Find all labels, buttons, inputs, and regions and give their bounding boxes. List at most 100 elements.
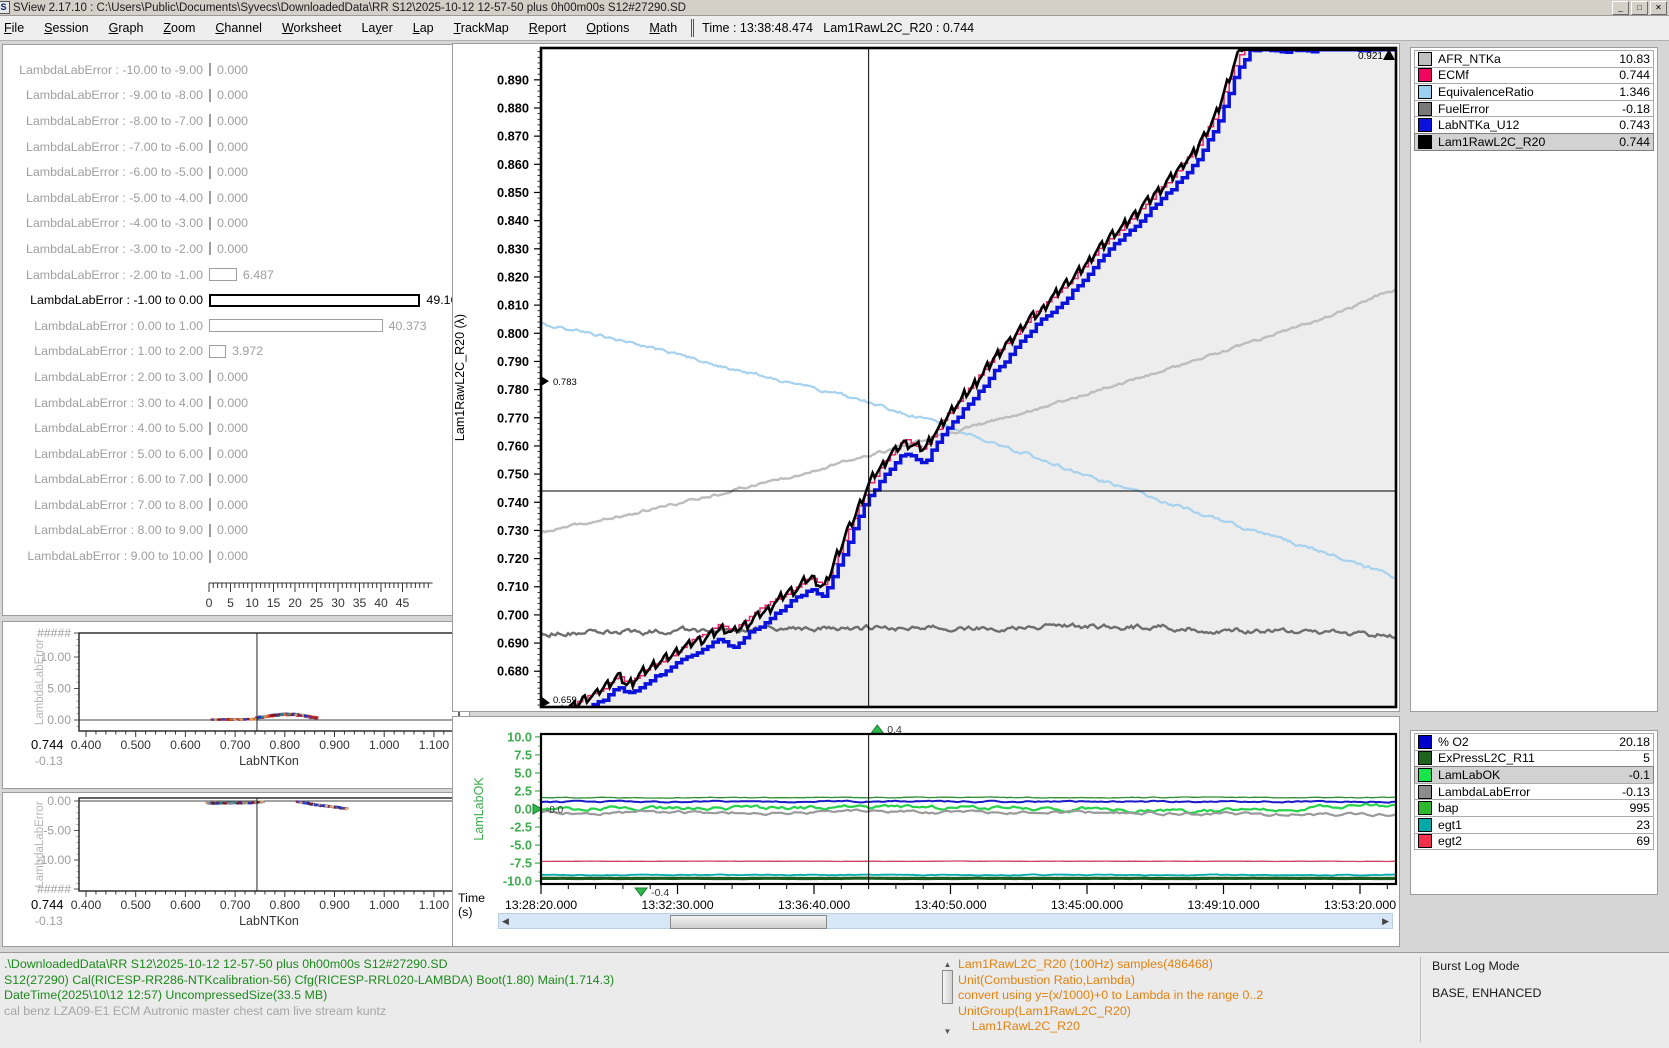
channel-row-equivalenceratio[interactable]: EquivalenceRatio1.346 (1414, 83, 1654, 101)
histogram-row[interactable]: LambdaLabError : 0.00 to 1.0040.373 (3, 313, 469, 339)
histogram-row-label: LambdaLabError : 1.00 to 2.00 (3, 344, 203, 358)
histogram-row-label: LambdaLabError : -9.00 to -8.00 (3, 88, 203, 102)
histogram-row[interactable]: LambdaLabError : -10.00 to -9.000.000 (3, 57, 469, 83)
time-scrollbar[interactable]: ◀ ▶ (498, 913, 1393, 929)
histogram-bar (209, 447, 211, 460)
y-axis-title: LamLabOK (472, 777, 486, 841)
plot-area[interactable] (541, 797, 1395, 879)
histogram-row[interactable]: LambdaLabError : -1.00 to 0.0049.168 (3, 287, 469, 313)
channel-info-scrollbar[interactable]: ▲ ▼ (941, 959, 954, 1037)
histogram-row-value: 6.487 (243, 268, 274, 282)
histogram-bar (209, 114, 211, 127)
menu-item-worksheet[interactable]: Worksheet (272, 18, 352, 38)
histogram-row[interactable]: LambdaLabError : -8.00 to -7.000.000 (3, 108, 469, 134)
histogram-bar-zone: 0.000 (209, 396, 248, 410)
time-scrollbar-thumb[interactable] (670, 915, 827, 929)
x-tick-label: 1.000 (369, 898, 400, 912)
y-tick-label: 0.780 (497, 382, 529, 397)
channel-row--o2[interactable]: % O220.18 (1414, 733, 1654, 751)
channel-row-lambdalaberror[interactable]: LambdaLabError-0.13 (1414, 783, 1654, 801)
histogram-bar (209, 191, 211, 204)
scroll-left-icon[interactable]: ◀ (502, 916, 509, 927)
histogram-row[interactable]: LambdaLabError : -4.00 to -3.000.000 (3, 211, 469, 237)
channel-row-egt2[interactable]: egt269 (1414, 833, 1654, 851)
histogram-row[interactable]: LambdaLabError : 7.00 to 8.000.000 (3, 492, 469, 518)
lamlabok-chart[interactable]: 10.07.55.02.50.0-2.5-5.0-7.5-10.0LamLabO… (453, 717, 1399, 946)
channel-row-bap[interactable]: bap995 (1414, 799, 1654, 817)
histogram-row[interactable]: LambdaLabError : 9.00 to 10.000.000 (3, 543, 469, 569)
channel-row-labntka-u12[interactable]: LabNTKa_U120.743 (1414, 116, 1654, 134)
histogram-bar-zone: 0.000 (209, 191, 248, 205)
histogram-row[interactable]: LambdaLabError : -5.00 to -4.000.000 (3, 185, 469, 211)
channel-list-panel-top[interactable]: AFR_NTKa10.83ECMf0.744EquivalenceRatio1.… (1410, 47, 1658, 712)
scroll-up-icon[interactable]: ▲ (941, 959, 954, 970)
minimize-button[interactable]: _ (1612, 1, 1629, 15)
histogram-row-value: 0.000 (217, 140, 248, 154)
histogram-row[interactable]: LambdaLabError : 6.00 to 7.000.000 (3, 467, 469, 493)
plot-area[interactable] (541, 50, 1396, 711)
main-chart-panel[interactable]: 0.8900.8800.8700.8600.8500.8400.8300.820… (452, 43, 1400, 712)
menu-item-options[interactable]: Options (576, 18, 639, 38)
histogram-row[interactable]: LambdaLabError : 5.00 to 6.000.000 (3, 441, 469, 467)
x-tick-label: 13:45:00.000 (1051, 898, 1123, 912)
close-button[interactable]: ✕ (1650, 1, 1667, 15)
channel-row-lamlabok[interactable]: LamLabOK-0.1 (1414, 766, 1654, 784)
menu-item-file[interactable]: File (0, 18, 34, 38)
channel-row-fuelerror[interactable]: FuelError-0.18 (1414, 100, 1654, 118)
menu-item-zoom[interactable]: Zoom (153, 18, 205, 38)
menu-item-session[interactable]: Session (34, 18, 98, 38)
scatter-plot-1-panel[interactable]: #####10.005.000.000.4000.5000.6000.7000.… (2, 621, 470, 789)
y-tick-label: 0.800 (497, 326, 529, 341)
scatter-plot-1[interactable]: #####10.005.000.000.4000.5000.6000.7000.… (3, 622, 469, 788)
bottom-chart-panel[interactable]: 10.07.55.02.50.0-2.5-5.0-7.5-10.0LamLabO… (452, 716, 1400, 947)
histogram-bar-zone: 0.000 (209, 140, 248, 154)
y-tick-label: 0.700 (497, 607, 529, 622)
channel-row-expressl2c-r11[interactable]: ExPressL2C_R115 (1414, 750, 1654, 768)
menu-item-graph[interactable]: Graph (99, 18, 154, 38)
histogram-row[interactable]: LambdaLabError : -2.00 to -1.006.487 (3, 262, 469, 288)
channel-value: 10.83 (1619, 52, 1650, 66)
histogram-row[interactable]: LambdaLabError : 1.00 to 2.003.972 (3, 339, 469, 365)
histogram-row[interactable]: LambdaLabError : 4.00 to 5.000.000 (3, 415, 469, 441)
menu-item-trackmap[interactable]: TrackMap (444, 18, 519, 38)
top-threshold-marker-icon (871, 725, 883, 733)
channel-color-swatch (1418, 818, 1432, 832)
restore-button[interactable]: □ (1631, 1, 1648, 15)
cursor-x-value: 0.744 (31, 897, 64, 912)
histogram-row[interactable]: LambdaLabError : -7.00 to -6.000.000 (3, 134, 469, 160)
menu-item-report[interactable]: Report (519, 18, 577, 38)
scatter-plot-2[interactable]: 0.00-5.00-10.00#####0.4000.5000.6000.700… (3, 793, 469, 946)
histogram-row[interactable]: LambdaLabError : 8.00 to 9.000.000 (3, 518, 469, 544)
channel-list-panel-bottom[interactable]: % O220.18ExPressL2C_R115LamLabOK-0.1Lamb… (1410, 730, 1658, 895)
histogram-row[interactable]: LambdaLabError : -6.00 to -5.000.000 (3, 159, 469, 185)
channel-row-lam1rawl2c-r20[interactable]: Lam1RawL2C_R200.744 (1414, 133, 1654, 151)
histogram-row[interactable]: LambdaLabError : 3.00 to 4.000.000 (3, 390, 469, 416)
histogram-row[interactable]: LambdaLabError : 2.00 to 3.000.000 (3, 364, 469, 390)
main-lambda-chart[interactable]: 0.8900.8800.8700.8600.8500.8400.8300.820… (453, 44, 1399, 711)
channel-info-line: Lam1RawL2C_R20 (958, 1019, 1263, 1035)
histogram-row[interactable]: LambdaLabError : -9.00 to -8.000.000 (3, 83, 469, 109)
status-divider (1420, 957, 1421, 1042)
scroll-down-icon[interactable]: ▼ (941, 1026, 954, 1037)
scatter-plot-2-panel[interactable]: 0.00-5.00-10.00#####0.4000.5000.6000.700… (2, 792, 470, 947)
data-point (325, 805, 328, 807)
menu-item-math[interactable]: Math (639, 18, 687, 38)
title-bar[interactable]: S SView 2.17.10 : C:\Users\Public\Docume… (0, 0, 1669, 16)
data-point (304, 715, 307, 717)
channel-row-afr-ntka[interactable]: AFR_NTKa10.83 (1414, 50, 1654, 68)
lambda-error-histogram-panel[interactable]: LambdaLabError : -10.00 to -9.000.000Lam… (2, 44, 470, 616)
menu-item-lap[interactable]: Lap (403, 18, 444, 38)
menu-item-layer[interactable]: Layer (351, 18, 402, 38)
channel-row-ecmf[interactable]: ECMf0.744 (1414, 67, 1654, 85)
menu-item-channel[interactable]: Channel (205, 18, 272, 38)
channel-name: FuelError (1438, 102, 1622, 116)
histogram-row[interactable]: LambdaLabError : -3.00 to -2.000.000 (3, 236, 469, 262)
data-point (275, 714, 278, 716)
scroll-right-icon[interactable]: ▶ (1382, 916, 1389, 927)
data-point (250, 718, 253, 720)
channel-info-scrollbar-thumb[interactable] (942, 970, 953, 1004)
channel-row-egt1[interactable]: egt123 (1414, 816, 1654, 834)
y-tick-label: 0.850 (497, 185, 529, 200)
channel-list-top: AFR_NTKa10.83ECMf0.744EquivalenceRatio1.… (1414, 51, 1654, 151)
histogram-row-value: 0.000 (217, 242, 248, 256)
